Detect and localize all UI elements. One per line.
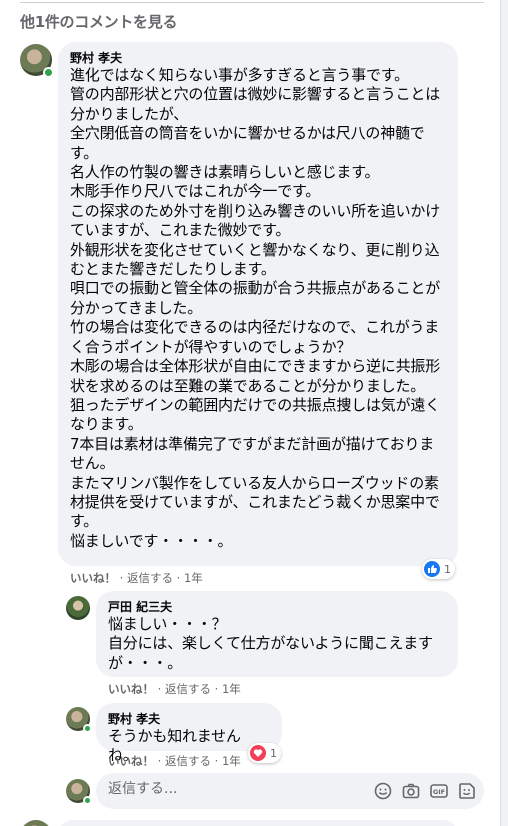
avatar[interactable] <box>66 707 92 733</box>
comment-actions: いいね！ · 返信する · 1年 <box>108 754 241 768</box>
comment-author[interactable]: 野村 孝夫 <box>70 50 446 66</box>
scrollbar-track[interactable] <box>500 0 508 826</box>
comment-timestamp[interactable]: 1年 <box>184 571 203 585</box>
avatar[interactable] <box>66 596 90 620</box>
comment-actions: いいね！ · 返信する · 1年 <box>70 571 203 585</box>
comment-author[interactable]: 野村 孝夫 <box>108 711 270 727</box>
online-status-dot <box>83 724 92 733</box>
avatar[interactable] <box>20 820 52 826</box>
current-user-avatar[interactable] <box>66 779 92 805</box>
emoji-icon[interactable] <box>374 782 392 800</box>
comment-text: 進化ではなく知らない事が多すぎると言う事です。 管の内部形状と穴の位置は微妙に影… <box>70 66 441 550</box>
comment-bubble: 戸田 紀三夫 悩ましい・・・？ 自分には、楽しくて仕方がないように聞こえますが・… <box>96 591 458 677</box>
like-button[interactable]: いいね！ <box>70 571 116 585</box>
like-button[interactable]: いいね！ <box>108 682 154 696</box>
reaction-count: 1 <box>444 562 451 576</box>
gif-icon[interactable]: GIF <box>430 782 448 800</box>
online-status-dot <box>43 67 54 78</box>
divider <box>20 2 484 3</box>
love-icon <box>250 745 266 761</box>
sticker-icon[interactable] <box>458 782 476 800</box>
online-status-dot <box>83 796 92 805</box>
avatar[interactable] <box>20 44 54 78</box>
camera-icon[interactable] <box>402 782 420 800</box>
comment-timestamp[interactable]: 1年 <box>222 682 241 696</box>
svg-text:GIF: GIF <box>433 788 445 796</box>
reply-composer[interactable]: GIF <box>96 773 484 809</box>
reply-button[interactable]: 返信する <box>127 571 173 585</box>
reply-input[interactable] <box>108 781 358 797</box>
comment-bubble <box>58 820 458 826</box>
comment-text: 悩ましい・・・？ 自分には、楽しくて仕方がないように聞こえますが・・・。 <box>108 615 433 672</box>
like-button[interactable]: いいね！ <box>108 754 154 768</box>
view-more-comments-link[interactable]: 他1件のコメントを見る <box>20 11 177 32</box>
reaction-summary[interactable]: 1 <box>248 743 281 763</box>
comment-timestamp[interactable]: 1年 <box>222 754 241 768</box>
reaction-count: 1 <box>270 746 277 760</box>
like-icon <box>424 561 440 577</box>
reaction-summary[interactable]: 1 <box>422 559 455 579</box>
comment-author[interactable]: 戸田 紀三夫 <box>108 599 446 615</box>
comment-actions: いいね！ · 返信する · 1年 <box>108 682 241 696</box>
reply-button[interactable]: 返信する <box>165 682 211 696</box>
reply-button[interactable]: 返信する <box>165 754 211 768</box>
comment-bubble: 野村 孝夫 進化ではなく知らない事が多すぎると言う事です。 管の内部形状と穴の位… <box>58 42 458 566</box>
